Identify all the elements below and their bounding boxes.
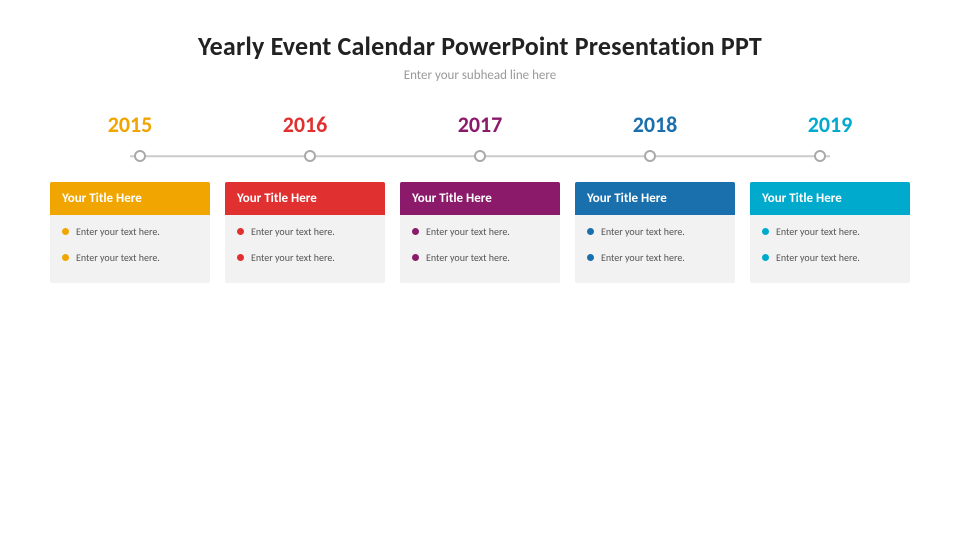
card-header-4: Your Title Here — [750, 182, 910, 215]
bullet-icon-1-0 — [237, 228, 244, 235]
card-2: Your Title HereEnter your text here.Ente… — [400, 182, 560, 283]
cards-row: Your Title HereEnter your text here.Ente… — [40, 182, 920, 283]
card-body-1: Enter your text here. Enter your text her… — [225, 215, 385, 283]
card-1: Your Title HereEnter your text here.Ente… — [225, 182, 385, 283]
subhead: Enter your subhead line here — [40, 68, 920, 83]
card-text-1-1: Enter your text here. — [251, 251, 335, 265]
year-label-2019: 2019 — [750, 111, 910, 138]
card-header-2: Your Title Here — [400, 182, 560, 215]
card-item-1-1: Enter your text here. — [237, 251, 373, 265]
year-label-2017: 2017 — [400, 111, 560, 138]
card-text-3-0: Enter your text here. — [601, 225, 685, 239]
timeline-line — [40, 146, 920, 166]
timeline-dot-2016 — [304, 150, 316, 162]
bullet-icon-1-1 — [237, 254, 244, 261]
timeline-section: 20152016201720182019 Your Title HereEnte… — [40, 111, 920, 283]
card-item-0-1: Enter your text here. — [62, 251, 198, 265]
card-item-3-1: Enter your text here. — [587, 251, 723, 265]
bullet-icon-0-0 — [62, 228, 69, 235]
card-text-3-1: Enter your text here. — [601, 251, 685, 265]
main-title: Yearly Event Calendar PowerPoint Present… — [40, 30, 920, 62]
card-item-3-0: Enter your text here. — [587, 225, 723, 239]
bullet-icon-0-1 — [62, 254, 69, 261]
card-item-4-0: Enter your text here. — [762, 225, 898, 239]
card-text-0-1: Enter your text here. — [76, 251, 160, 265]
card-item-0-0: Enter your text here. — [62, 225, 198, 239]
timeline-dot-2019 — [814, 150, 826, 162]
card-text-2-1: Enter your text here. — [426, 251, 510, 265]
card-header-0: Your Title Here — [50, 182, 210, 215]
timeline-dot-2018 — [644, 150, 656, 162]
card-item-2-1: Enter your text here. — [412, 251, 548, 265]
card-text-2-0: Enter your text here. — [426, 225, 510, 239]
card-0: Your Title HereEnter your text here.Ente… — [50, 182, 210, 283]
card-text-4-1: Enter your text here. — [776, 251, 860, 265]
card-4: Your Title HereEnter your text here.Ente… — [750, 182, 910, 283]
bullet-icon-3-1 — [587, 254, 594, 261]
bullet-icon-4-0 — [762, 228, 769, 235]
card-body-2: Enter your text here. Enter your text her… — [400, 215, 560, 283]
timeline-dot-2015 — [134, 150, 146, 162]
slide: Yearly Event Calendar PowerPoint Present… — [0, 0, 960, 540]
card-item-1-0: Enter your text here. — [237, 225, 373, 239]
card-body-4: Enter your text here. Enter your text her… — [750, 215, 910, 283]
card-header-3: Your Title Here — [575, 182, 735, 215]
bullet-icon-3-0 — [587, 228, 594, 235]
year-label-2016: 2016 — [225, 111, 385, 138]
year-label-2018: 2018 — [575, 111, 735, 138]
card-item-4-1: Enter your text here. — [762, 251, 898, 265]
card-text-1-0: Enter your text here. — [251, 225, 335, 239]
year-labels: 2015 2016 2017 2018 2019 — [40, 111, 920, 138]
year-label-2015: 2015 — [50, 111, 210, 138]
bullet-icon-4-1 — [762, 254, 769, 261]
card-text-4-0: Enter your text here. — [776, 225, 860, 239]
card-body-3: Enter your text here. Enter your text her… — [575, 215, 735, 283]
bullet-icon-2-0 — [412, 228, 419, 235]
card-3: Your Title HereEnter your text here.Ente… — [575, 182, 735, 283]
card-item-2-0: Enter your text here. — [412, 225, 548, 239]
timeline-dot-2017 — [474, 150, 486, 162]
card-header-1: Your Title Here — [225, 182, 385, 215]
card-body-0: Enter your text here. Enter your text her… — [50, 215, 210, 283]
bullet-icon-2-1 — [412, 254, 419, 261]
card-text-0-0: Enter your text here. — [76, 225, 160, 239]
dots-row — [50, 150, 910, 162]
